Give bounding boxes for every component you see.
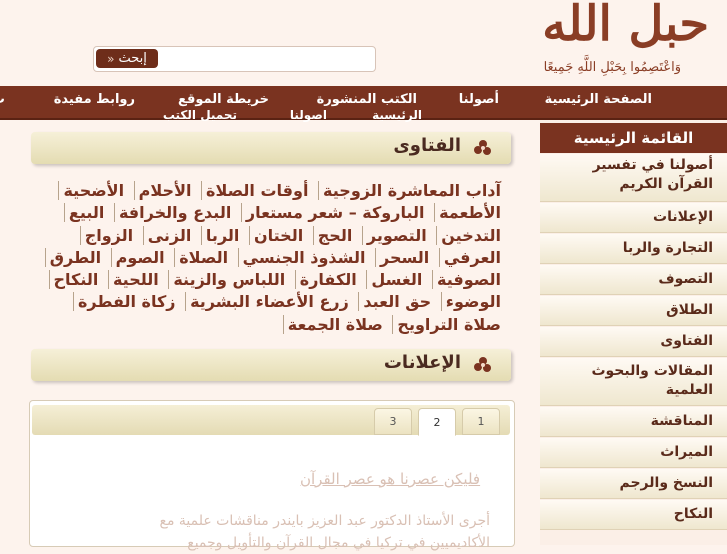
sidebar-item-label: الفتاوى bbox=[660, 333, 713, 349]
fatwa-topic-link[interactable]: النكاح bbox=[48, 270, 103, 290]
nav-published-books[interactable]: الكتب المنشورة bbox=[317, 92, 417, 107]
ad-headline-link[interactable]: فليكن عصرنا هو عصر القرآن bbox=[300, 470, 480, 488]
fatwa-topic-link[interactable]: الكفارة bbox=[294, 270, 361, 290]
sidebar-item-label: المقالات والبحوث bbox=[591, 363, 713, 379]
fatwa-topic-link[interactable]: الزواج bbox=[79, 225, 138, 245]
sidebar-item-abrogation[interactable]: النسخ والرجم bbox=[540, 469, 727, 499]
sidebar: القائمة الرئيسية أصولنا في تفسير القرآن … bbox=[540, 120, 727, 545]
sidebar-item-label: المناقشة bbox=[650, 413, 713, 429]
fatwa-topic-link[interactable]: الغسل bbox=[366, 270, 427, 290]
ads-panel-header: الإعلانات bbox=[31, 349, 511, 381]
fatwa-topic-link[interactable]: التصوير bbox=[361, 225, 431, 245]
ad-text-line: أجرى الأستاذ الدكتور عبد العزيز بايندر م… bbox=[159, 513, 491, 529]
sidebar-item-sufism[interactable]: التصوف bbox=[540, 265, 727, 295]
sidebar-item-label: التجارة والربا bbox=[622, 240, 713, 256]
fatwa-topic-link[interactable]: حق العبد bbox=[358, 292, 436, 312]
fatwa-topic-link[interactable]: اللحية bbox=[107, 270, 163, 290]
tab-2[interactable]: 2 bbox=[418, 408, 456, 436]
fatwa-topic-link[interactable]: الأطعمة bbox=[434, 203, 505, 223]
fatwa-topic-link[interactable]: صلاة الجمعة bbox=[282, 314, 387, 334]
ad-text: أجرى الأستاذ الدكتور عبد العزيز بايندر م… bbox=[80, 510, 491, 554]
nav-useful-links[interactable]: روابط مفيدة bbox=[54, 92, 135, 107]
sidebar-item-marriage[interactable]: النكاح bbox=[540, 500, 727, 530]
sidebar-title: القائمة الرئيسية bbox=[540, 123, 727, 153]
sidebar-item-inheritance[interactable]: الميراث bbox=[540, 438, 727, 468]
fatwa-topic-link[interactable]: الصوفية bbox=[432, 270, 505, 290]
fatawa-panel-header: الفتاوى bbox=[31, 132, 511, 164]
sidebar-item-tafsir[interactable]: أصولنا في تفسير القرآن الكريم bbox=[540, 154, 727, 202]
nav-overflow[interactable]: ت bbox=[0, 92, 5, 107]
tab-1[interactable]: 1 bbox=[462, 408, 500, 435]
sidebar-item-label: الميراث bbox=[660, 444, 713, 460]
fatwa-topic-link[interactable]: الختان bbox=[248, 225, 308, 245]
fatwa-topic-link[interactable]: السحر bbox=[375, 247, 434, 267]
fatwa-topic-link[interactable]: الباروكة – شعر مستعار bbox=[240, 203, 429, 223]
fatwa-topic-link[interactable]: الطرق bbox=[44, 247, 106, 267]
fatwa-topic-link[interactable]: آداب المعاشرة الزوجية bbox=[318, 181, 505, 200]
fatawa-topic-list: آداب المعاشرة الزوجية أوقات الصلاة الأحل… bbox=[37, 180, 505, 336]
nav-osolna[interactable]: أصولنا bbox=[459, 92, 499, 107]
logo-title: حبل الله bbox=[542, 0, 711, 52]
fatwa-topic-link[interactable]: الشذوذ الجنسي bbox=[237, 247, 370, 267]
sidebar-item-articles[interactable]: المقالات والبحوث العلمية bbox=[540, 358, 727, 406]
site-logo[interactable]: حبل الله وَاعْتَصِمُوا بِحَبْلِ اللَّهِ … bbox=[519, 0, 711, 82]
fatwa-topic-link[interactable]: زكاة الفطرة bbox=[72, 292, 180, 312]
nav-sitemap[interactable]: خريطة الموقع bbox=[178, 92, 269, 107]
nav2-home[interactable]: الرئيسية bbox=[372, 110, 422, 122]
fatwa-topic-link[interactable]: الحج bbox=[312, 225, 357, 245]
sidebar-item-label: النكاح bbox=[673, 506, 713, 522]
nav-home[interactable]: الصفحة الرئيسية bbox=[545, 92, 652, 107]
sidebar-item-ads[interactable]: الإعلانات bbox=[540, 203, 727, 233]
fatwa-topic-link[interactable]: الأحلام bbox=[133, 181, 196, 200]
fatwa-topic-link[interactable]: الزنى bbox=[142, 225, 196, 245]
ads-tabbar: 1 2 3 bbox=[32, 405, 510, 436]
double-chevron-icon: « bbox=[107, 51, 115, 66]
nav2-download-books[interactable]: تحميل الكتب bbox=[163, 110, 237, 122]
sidebar-item-divorce[interactable]: الطلاق bbox=[540, 296, 727, 326]
sidebar-item-label: النسخ والرجم bbox=[619, 475, 713, 491]
sidebar-item-label: الطلاق bbox=[666, 302, 713, 318]
ads-title: الإعلانات bbox=[383, 352, 461, 373]
sidebar-item-label: القرآن الكريم bbox=[619, 176, 713, 192]
fatawa-title: الفتاوى bbox=[393, 135, 461, 156]
sidebar-item-label: العلمية bbox=[665, 382, 713, 398]
fatwa-topic-link[interactable]: البدع والخرافة bbox=[113, 203, 236, 223]
sidebar-item-label: أصولنا في تفسير bbox=[592, 157, 713, 173]
flower-icon bbox=[474, 357, 491, 372]
nav2-osolna[interactable]: أصولنا bbox=[290, 110, 327, 122]
fatwa-topic-link[interactable]: الربا bbox=[200, 225, 244, 245]
fatwa-topic-link[interactable]: الصوم bbox=[110, 247, 169, 267]
fatwa-topic-link[interactable]: التدخين bbox=[436, 225, 505, 245]
search-button[interactable]: إبحث « bbox=[96, 49, 158, 68]
fatwa-topic-link[interactable]: البيع bbox=[63, 203, 109, 223]
sidebar-item-label: التصوف bbox=[658, 271, 713, 287]
sidebar-item-trade[interactable]: التجارة والربا bbox=[540, 234, 727, 264]
fatwa-topic-link[interactable]: زرع الأعضاء البشرية bbox=[185, 292, 353, 312]
tab-3[interactable]: 3 bbox=[374, 408, 412, 435]
sidebar-item-label: الإعلانات bbox=[653, 209, 713, 225]
fatwa-topic-link[interactable]: الوضوء bbox=[440, 292, 505, 312]
search-button-label: إبحث bbox=[118, 51, 147, 66]
fatwa-topic-link[interactable]: الصلاة bbox=[174, 247, 233, 267]
sidebar-item-fatawa[interactable]: الفتاوى bbox=[540, 327, 727, 357]
sidebar-item-discussion[interactable]: المناقشة bbox=[540, 407, 727, 437]
logo-subtitle: وَاعْتَصِمُوا بِحَبْلِ اللَّهِ جَمِيعًا bbox=[543, 60, 681, 75]
fatwa-topic-link[interactable]: صلاة التراويح bbox=[392, 314, 505, 334]
fatwa-topic-link[interactable]: اللباس والزينة bbox=[168, 270, 290, 290]
fatwa-topic-link[interactable]: الأضحية bbox=[58, 181, 129, 200]
fatwa-topic-link[interactable]: أوقات الصلاة bbox=[201, 181, 313, 200]
ad-text-line: الأكاديميين في تركيا في مجال القرآن والت… bbox=[187, 535, 490, 551]
site-header: حبل الله وَاعْتَصِمُوا بِحَبْلِ اللَّهِ … bbox=[0, 0, 727, 86]
fatwa-topic-link[interactable]: العرفي bbox=[438, 247, 505, 267]
flower-icon bbox=[474, 140, 491, 155]
